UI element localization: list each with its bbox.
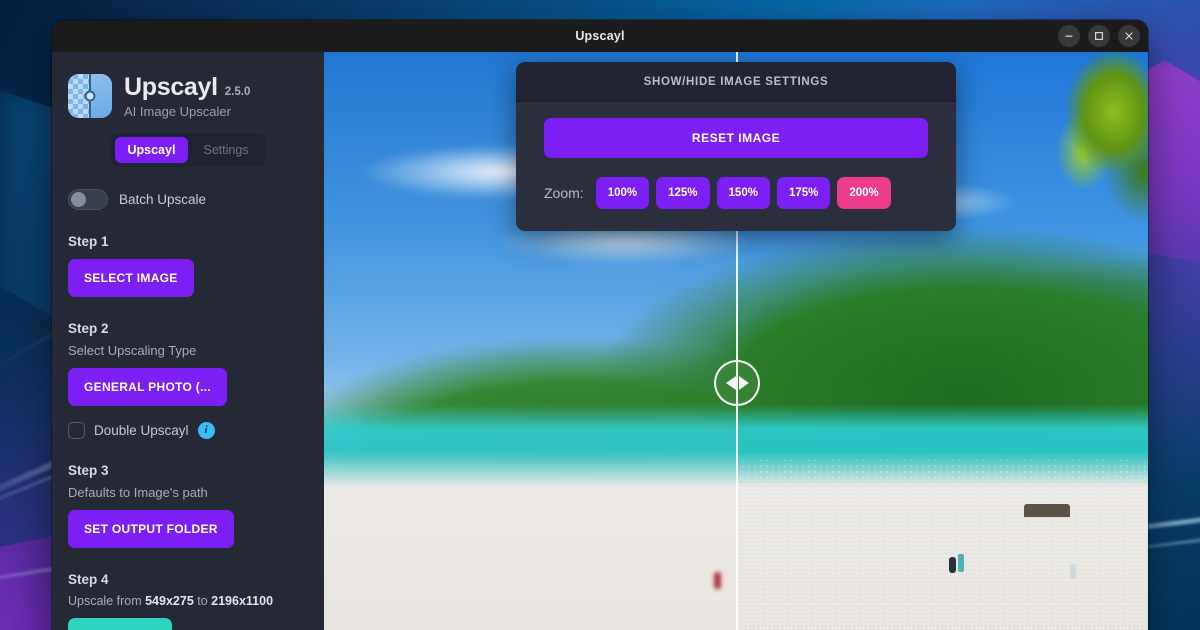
sidebar-tab-group: Upscayl Settings: [110, 132, 266, 167]
double-upscayl-label: Double Upscayl: [94, 422, 189, 438]
image-comparison-viewer[interactable]: SHOW/HIDE IMAGE SETTINGS RESET IMAGE Zoo…: [324, 52, 1148, 630]
upscale-middle: to: [193, 593, 212, 608]
set-output-folder-button[interactable]: SET OUTPUT FOLDER: [68, 509, 234, 548]
upscayl-button[interactable]: UPSCAYL: [68, 617, 173, 630]
image-settings-body: RESET IMAGE Zoom: 100% 125% 150% 175% 20…: [516, 102, 956, 231]
batch-upscale-label: Batch Upscale: [119, 191, 207, 207]
step-3-title: Step 3: [68, 462, 109, 478]
window-titlebar[interactable]: Upscayl: [52, 20, 1148, 52]
step-4-title: Step 4: [68, 571, 109, 587]
close-button[interactable]: [1118, 25, 1140, 47]
step-3-subtitle: Defaults to Image's path: [68, 484, 208, 500]
zoom-label: Zoom:: [544, 185, 584, 201]
logo-slider-knob: [84, 90, 96, 102]
double-upscayl-checkbox[interactable]: [68, 421, 85, 439]
upscale-size-summary: Upscale from 549x275 to 2196x1100: [68, 594, 308, 608]
info-icon[interactable]: i: [197, 421, 215, 439]
toggle-knob: [71, 191, 86, 207]
tab-upscayl[interactable]: Upscayl: [114, 136, 189, 163]
upscayl-logo-icon: [68, 74, 112, 119]
zoom-button-200[interactable]: 200%: [837, 177, 891, 209]
compare-slider-handle-icon[interactable]: [714, 360, 760, 406]
step-2-subtitle: Select Upscaling Type: [68, 342, 197, 358]
reset-image-button[interactable]: RESET IMAGE: [544, 118, 928, 158]
minimize-icon: [1065, 35, 1073, 37]
show-hide-image-settings-toggle[interactable]: SHOW/HIDE IMAGE SETTINGS: [516, 62, 956, 102]
tab-settings[interactable]: Settings: [190, 137, 261, 163]
upscaling-type-select[interactable]: GENERAL PHOTO (...: [68, 367, 227, 406]
zoom-button-175[interactable]: 175%: [776, 177, 831, 209]
brand-header: Upscayl 2.5.0 AI Image Upscaler: [68, 73, 308, 119]
zoom-control-row: Zoom: 100% 125% 150% 175% 200%: [544, 177, 928, 209]
step-2-title: Step 2: [68, 320, 109, 336]
brand-text: Upscayl 2.5.0 AI Image Upscaler: [124, 73, 251, 119]
batch-upscale-toggle[interactable]: [68, 188, 108, 210]
zoom-button-100[interactable]: 100%: [595, 177, 650, 209]
double-upscayl-row: Double Upscayl i: [68, 421, 308, 439]
app-name: Upscayl: [124, 73, 218, 101]
window-title: Upscayl: [575, 29, 625, 43]
application-window: Upscayl Upscayl 2.5.0 AI Image Upscaler …: [52, 20, 1148, 630]
zoom-button-125[interactable]: 125%: [656, 177, 710, 209]
app-version: 2.5.0: [224, 86, 251, 98]
maximize-button[interactable]: [1088, 25, 1110, 47]
brand-title-row: Upscayl 2.5.0: [124, 73, 251, 102]
arrow-right-icon: [738, 376, 749, 390]
window-controls: [1058, 20, 1140, 52]
maximize-icon: [1095, 32, 1104, 41]
window-body: Upscayl 2.5.0 AI Image Upscaler Upscayl …: [52, 52, 1148, 630]
zoom-button-group: 100% 125% 150% 175% 200%: [595, 177, 891, 209]
batch-upscale-row: Batch Upscale: [68, 188, 308, 210]
close-icon: [1125, 32, 1133, 40]
sidebar: Upscayl 2.5.0 AI Image Upscaler Upscayl …: [52, 52, 324, 630]
zoom-button-150[interactable]: 150%: [716, 177, 770, 209]
source-resolution: 549x275: [145, 593, 194, 608]
desktop-background: Upscayl Upscayl 2.5.0 AI Image Upscaler …: [0, 0, 1200, 630]
image-settings-panel: SHOW/HIDE IMAGE SETTINGS RESET IMAGE Zoo…: [516, 62, 956, 231]
minimize-button[interactable]: [1058, 25, 1080, 47]
app-tagline: AI Image Upscaler: [124, 103, 231, 119]
target-resolution: 2196x1100: [211, 593, 274, 608]
arrow-left-icon: [725, 376, 736, 390]
upscale-prefix: Upscale from: [68, 593, 146, 608]
select-image-button[interactable]: SELECT IMAGE: [68, 258, 194, 297]
step-1-title: Step 1: [68, 233, 109, 249]
